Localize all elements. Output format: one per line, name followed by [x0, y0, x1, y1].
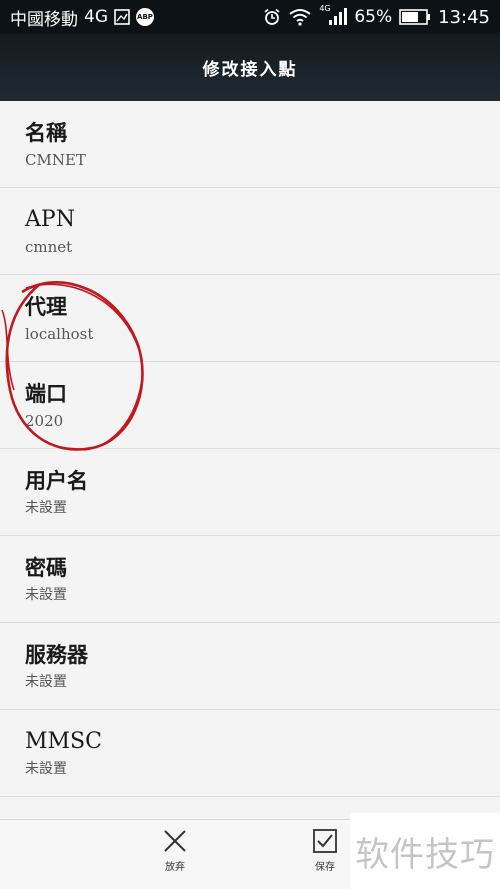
field-row-apn[interactable]: APN cmnet	[0, 188, 500, 275]
field-row-mmsc[interactable]: MMSC 未設置	[0, 710, 500, 797]
adblock-icon: ABP	[136, 8, 154, 26]
watermark-overlay: 软件技巧	[350, 813, 500, 889]
check-icon	[313, 829, 337, 853]
field-value: 未設置	[25, 587, 67, 603]
field-label: 代理	[25, 294, 67, 319]
field-value: cmnet	[25, 238, 73, 256]
field-row-password[interactable]: 密碼 未設置	[0, 536, 500, 623]
title-bar: 修改接入點	[0, 34, 500, 101]
field-label: 端口	[25, 381, 67, 406]
close-icon	[164, 830, 186, 852]
apn-settings-list: 名稱 CMNET APN cmnet 代理 localhost 端口 2020 …	[0, 101, 500, 819]
battery-percent: 65%	[354, 7, 393, 27]
field-label: MMSC	[25, 729, 102, 754]
network-type: 4G	[84, 7, 108, 27]
field-row-username[interactable]: 用户名 未設置	[0, 449, 500, 536]
field-value: CMNET	[25, 151, 86, 169]
signal-network-label: 4G	[319, 4, 331, 13]
field-row-name[interactable]: 名稱 CMNET	[0, 101, 500, 188]
field-label: APN	[25, 207, 75, 232]
field-label: 密碼	[25, 555, 67, 580]
signal-icon: 4G	[319, 4, 348, 26]
field-label: 用户名	[25, 468, 88, 493]
field-row-server[interactable]: 服務器 未設置	[0, 623, 500, 710]
save-label: 保存	[315, 862, 335, 873]
battery-icon	[399, 9, 431, 25]
field-label: 名稱	[25, 120, 67, 145]
status-bar: 中國移動 4G ABP 4G 65% 13:45	[0, 0, 500, 34]
field-value: 未設置	[25, 674, 67, 690]
alarm-icon	[263, 8, 281, 26]
carrier-name: 中國移動	[10, 9, 78, 30]
field-row-port[interactable]: 端口 2020	[0, 362, 500, 449]
wifi-icon	[288, 8, 312, 26]
clock-time: 13:45	[438, 6, 490, 28]
field-row-proxy[interactable]: 代理 localhost	[0, 275, 500, 362]
field-value: 2020	[25, 412, 64, 430]
discard-button[interactable]: 放弃	[140, 828, 210, 873]
image-notification-icon	[114, 9, 130, 25]
field-value: 未設置	[25, 761, 67, 777]
field-value: localhost	[25, 325, 94, 343]
field-value: 未設置	[25, 500, 67, 516]
page-title: 修改接入點	[202, 60, 298, 80]
discard-label: 放弃	[165, 862, 185, 873]
field-label: 服務器	[25, 642, 88, 667]
